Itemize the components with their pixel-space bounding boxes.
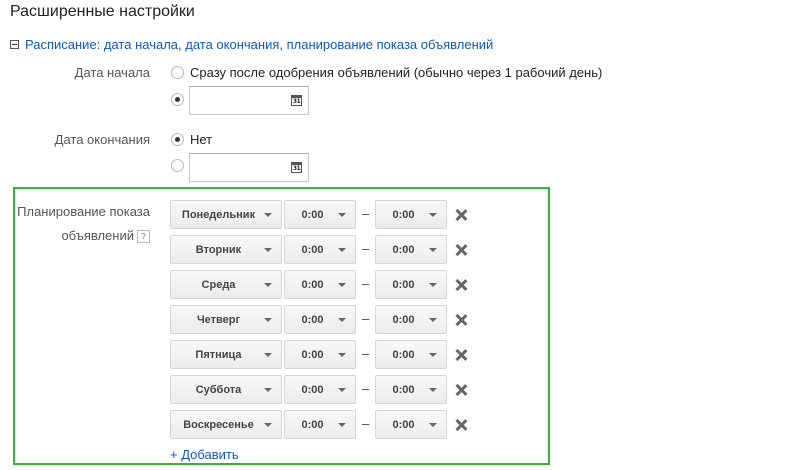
end-date-none-label: Нет [190, 132, 213, 147]
start-time-select[interactable]: 0:00 [284, 200, 356, 229]
end-time-select[interactable]: 0:00 [375, 305, 447, 334]
end-date-none-radio[interactable] [171, 133, 184, 146]
start-date-immediate-radio[interactable] [171, 66, 184, 79]
end-time-select[interactable]: 0:00 [375, 340, 447, 369]
start-date-custom-radio[interactable] [171, 93, 184, 106]
end-time-select[interactable]: 0:00 [375, 235, 447, 264]
remove-icon[interactable] [455, 314, 467, 326]
calendar-icon[interactable]: 31 [291, 95, 302, 106]
time-range-dash: – [362, 276, 370, 291]
chevron-down-icon [429, 422, 437, 427]
chevron-down-icon [338, 317, 346, 322]
remove-icon[interactable] [455, 419, 467, 431]
start-date-input[interactable]: 31 [189, 86, 309, 115]
chevron-down-icon [429, 317, 437, 322]
start-time-select[interactable]: 0:00 [284, 410, 356, 439]
page-title: Расширенные настройки [10, 3, 195, 20]
end-date-input[interactable]: 31 [189, 153, 309, 182]
start-date-label: Дата начала [74, 65, 150, 80]
chevron-down-icon [338, 422, 346, 427]
chevron-down-icon [429, 212, 437, 217]
end-time-select[interactable]: 0:00 [375, 410, 447, 439]
chevron-down-icon [264, 282, 272, 287]
day-select[interactable]: Среда [170, 270, 282, 299]
end-time-select[interactable]: 0:00 [375, 270, 447, 299]
remove-icon[interactable] [455, 384, 467, 396]
chevron-down-icon [338, 212, 346, 217]
chevron-down-icon [338, 247, 346, 252]
start-time-select[interactable]: 0:00 [284, 375, 356, 404]
chevron-down-icon [264, 422, 272, 427]
chevron-down-icon [429, 282, 437, 287]
remove-icon[interactable] [455, 349, 467, 361]
time-range-dash: – [362, 206, 370, 221]
time-range-dash: – [362, 416, 370, 431]
end-date-label: Дата окончания [54, 132, 150, 147]
chevron-down-icon [264, 247, 272, 252]
chevron-down-icon [429, 247, 437, 252]
chevron-down-icon [338, 387, 346, 392]
time-range-dash: – [362, 346, 370, 361]
chevron-down-icon [264, 317, 272, 322]
day-select[interactable]: Суббота [170, 375, 282, 404]
remove-icon[interactable] [455, 209, 467, 221]
start-time-select[interactable]: 0:00 [284, 305, 356, 334]
chevron-down-icon [264, 352, 272, 357]
remove-icon[interactable] [455, 244, 467, 256]
ad-scheduling-label-line1: Планирование показа [17, 204, 150, 219]
day-select[interactable]: Четверг [170, 305, 282, 334]
chevron-down-icon [264, 212, 272, 217]
calendar-icon[interactable]: 31 [291, 162, 302, 173]
start-time-select[interactable]: 0:00 [284, 340, 356, 369]
chevron-down-icon [338, 282, 346, 287]
ad-scheduling-label-line2: объявлений? [14, 228, 150, 243]
chevron-down-icon [429, 352, 437, 357]
start-time-select[interactable]: 0:00 [284, 270, 356, 299]
chevron-down-icon [264, 387, 272, 392]
day-select[interactable]: Пятница [170, 340, 282, 369]
remove-icon[interactable] [455, 279, 467, 291]
day-select[interactable]: Понедельник [170, 200, 282, 229]
end-time-select[interactable]: 0:00 [375, 200, 447, 229]
chevron-down-icon [338, 352, 346, 357]
day-select[interactable]: Воскресенье [170, 410, 282, 439]
day-select[interactable]: Вторник [170, 235, 282, 264]
help-icon[interactable]: ? [137, 230, 150, 243]
time-range-dash: – [362, 241, 370, 256]
schedule-section-link[interactable]: Расписание: дата начала, дата окончания,… [25, 37, 493, 52]
end-date-custom-radio[interactable] [171, 159, 184, 172]
time-range-dash: – [362, 381, 370, 396]
end-time-select[interactable]: 0:00 [375, 375, 447, 404]
time-range-dash: – [362, 311, 370, 326]
start-date-immediate-label: Сразу после одобрения объявлений (обычно… [190, 65, 603, 80]
start-time-select[interactable]: 0:00 [284, 235, 356, 264]
collapse-icon[interactable] [10, 40, 19, 49]
add-schedule-link[interactable]: + Добавить [170, 447, 239, 462]
chevron-down-icon [429, 387, 437, 392]
